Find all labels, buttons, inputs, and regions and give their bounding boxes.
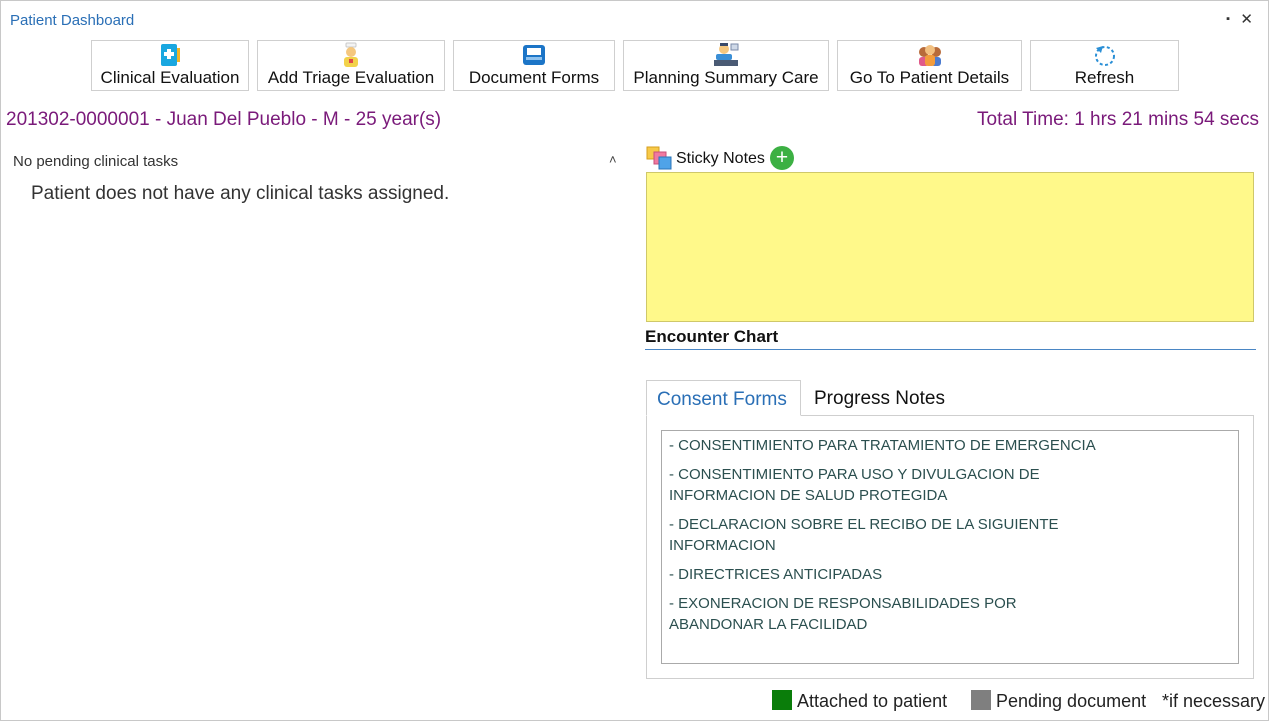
patients-group-icon	[838, 42, 1021, 68]
consent-forms-list: - CONSENTIMIENTO PARA TRATAMIENTO DE EME…	[661, 430, 1239, 664]
add-triage-evaluation-button[interactable]: Add Triage Evaluation	[257, 40, 445, 91]
list-item[interactable]: - DIRECTRICES ANTICIPADAS	[669, 564, 1109, 585]
refresh-button[interactable]: Refresh	[1030, 40, 1179, 91]
go-to-patient-details-button[interactable]: Go To Patient Details	[837, 40, 1022, 91]
title-bar: Patient Dashboard ▪ ✕	[1, 1, 1268, 39]
refresh-icon	[1031, 42, 1178, 68]
attached-label: Attached to patient	[797, 691, 948, 711]
add-triage-evaluation-label: Add Triage Evaluation	[267, 68, 435, 87]
list-item[interactable]: - CONSENTIMIENTO PARA TRATAMIENTO DE EME…	[669, 435, 1109, 456]
list-item[interactable]: - DECLARACION SOBRE EL RECIBO DE LA SIGU…	[669, 514, 1109, 556]
clinical-tasks-header: No pending clinical tasks	[13, 153, 179, 170]
doctor-desk-icon	[624, 42, 828, 68]
list-item[interactable]: - EXONERACION DE RESPONSABILIDADES POR A…	[669, 593, 1109, 635]
tab-progress-notes[interactable]: Progress Notes	[804, 380, 955, 415]
sticky-notes-label: Sticky Notes	[676, 150, 765, 167]
window-title: Patient Dashboard	[10, 12, 135, 29]
document-forms-label: Document Forms	[468, 68, 600, 87]
sticky-note-area[interactable]	[646, 172, 1254, 322]
refresh-label: Refresh	[1074, 68, 1135, 87]
add-sticky-note-button[interactable]: +	[770, 146, 794, 170]
planning-summary-care-button[interactable]: Planning Summary Care	[623, 40, 829, 91]
pending-swatch	[971, 690, 991, 710]
sticky-notes-icon	[646, 146, 672, 170]
inbox-tray-icon	[454, 42, 614, 68]
collapse-caret-icon[interactable]: ˄	[609, 152, 617, 167]
pin-icon[interactable]: ▪	[1226, 13, 1230, 25]
nurse-icon	[258, 42, 444, 68]
encounter-chart-title: Encounter Chart	[645, 327, 779, 346]
document-forms-button[interactable]: Document Forms	[453, 40, 615, 91]
clinical-tasks-message: Patient does not have any clinical tasks…	[31, 183, 450, 204]
clipboard-icon	[92, 42, 248, 68]
encounter-divider	[645, 349, 1256, 350]
planning-summary-care-label: Planning Summary Care	[633, 68, 819, 87]
clinical-evaluation-button[interactable]: Clinical Evaluation	[91, 40, 249, 91]
patient-summary: 201302-0000001 - Juan Del Pueblo - M - 2…	[6, 109, 442, 130]
total-time: Total Time: 1 hrs 21 mins 54 secs	[977, 109, 1259, 130]
tab-consent-forms[interactable]: Consent Forms	[646, 380, 801, 416]
close-icon[interactable]: ✕	[1240, 10, 1253, 28]
attached-swatch	[772, 690, 792, 710]
consent-forms-panel: - CONSENTIMIENTO PARA TRATAMIENTO DE EME…	[646, 415, 1254, 679]
if-necessary-note: *if necessary	[1162, 691, 1266, 711]
go-to-patient-details-label: Go To Patient Details	[849, 68, 1010, 87]
list-item[interactable]: - CONSENTIMIENTO PARA USO Y DIVULGACION …	[669, 464, 1109, 506]
clinical-evaluation-label: Clinical Evaluation	[100, 68, 240, 87]
pending-label: Pending document	[996, 691, 1147, 711]
patient-dashboard-window: Patient Dashboard ▪ ✕ Clinical Evaluatio…	[0, 0, 1269, 721]
